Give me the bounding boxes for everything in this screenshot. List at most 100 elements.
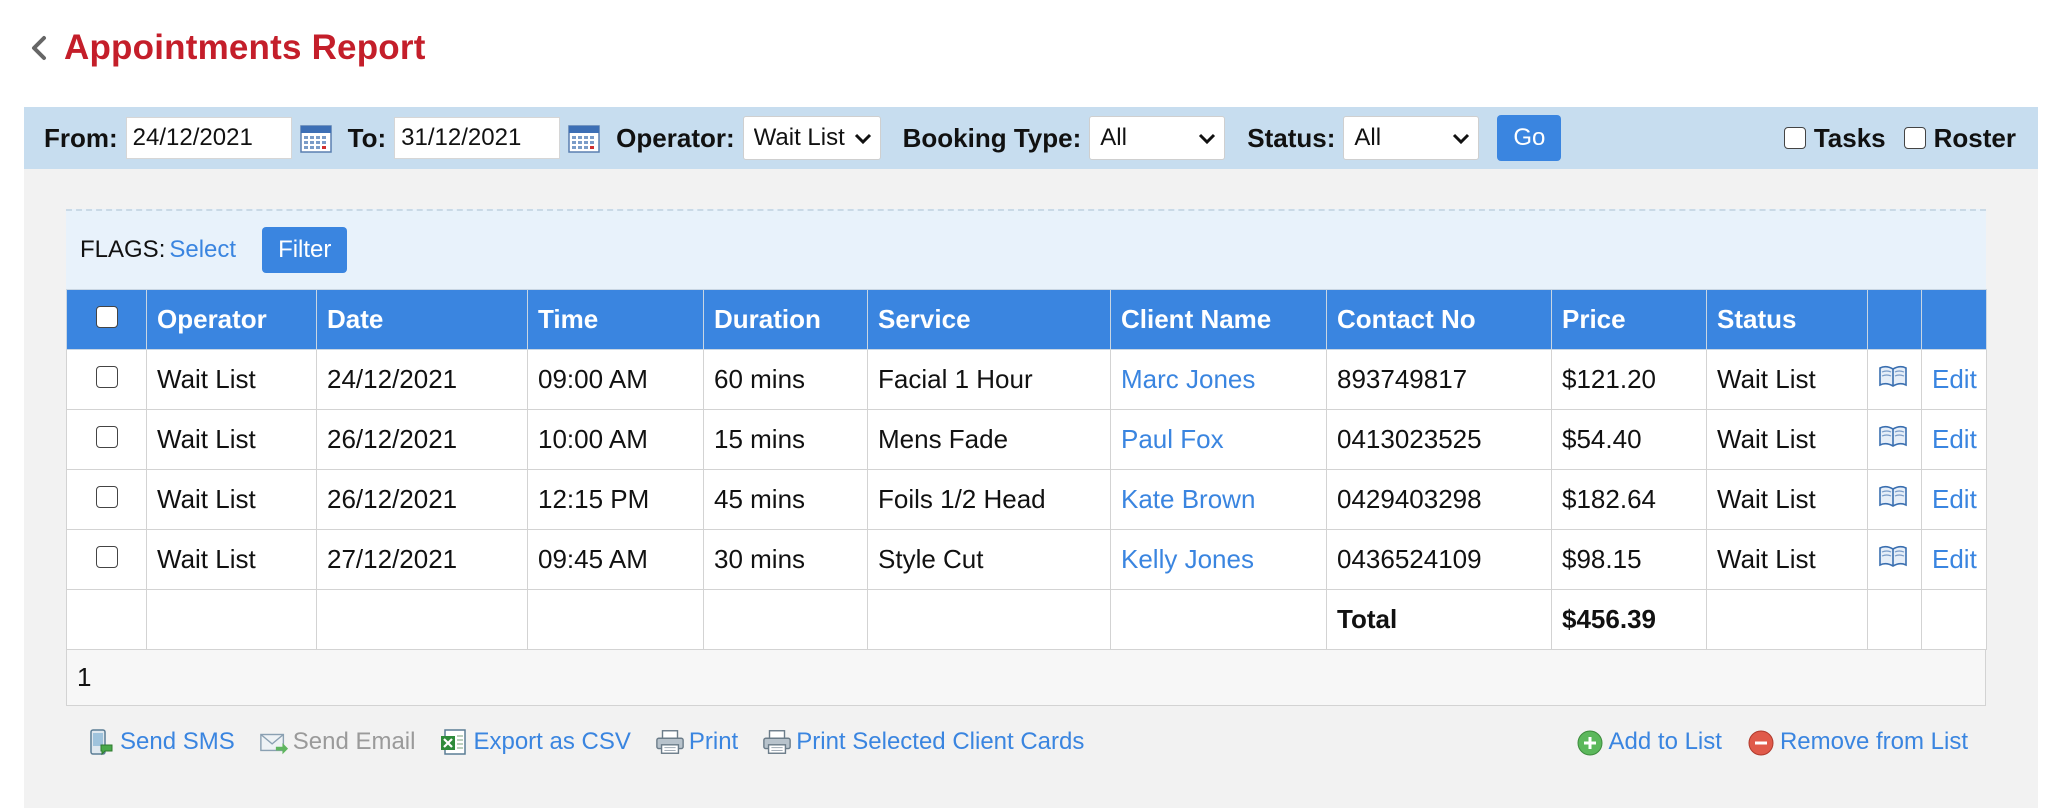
actions-right: Add to List Remove from List xyxy=(1551,706,1968,778)
flags-select-link[interactable]: Select xyxy=(169,236,236,264)
row-checkbox[interactable] xyxy=(95,366,118,388)
cell-duration: 60 mins xyxy=(703,349,868,410)
printer-icon xyxy=(762,727,792,757)
operator-select[interactable]: Wait List xyxy=(742,116,881,160)
cell-time: 12:15 PM xyxy=(527,469,704,530)
total-value: $456.39 xyxy=(1551,589,1707,650)
edit-link[interactable]: Edit xyxy=(1932,364,1977,394)
cell-card xyxy=(1867,529,1922,590)
from-calendar-icon[interactable] xyxy=(299,123,332,153)
cell-price: $182.64 xyxy=(1551,469,1707,530)
go-button[interactable]: Go xyxy=(1497,115,1562,161)
roster-toggle[interactable]: Roster xyxy=(1903,123,2016,154)
client-name-link[interactable]: Paul Fox xyxy=(1121,424,1224,454)
send-sms-action[interactable]: Send SMS xyxy=(86,727,235,757)
from-date-input[interactable] xyxy=(125,117,292,159)
client-card-book-icon[interactable] xyxy=(1878,544,1908,574)
row-select-cell xyxy=(66,469,147,530)
chevron-down-icon xyxy=(854,124,872,152)
roster-checkbox[interactable] xyxy=(1903,127,1926,149)
edit-link[interactable]: Edit xyxy=(1932,484,1977,514)
send-sms-label: Send SMS xyxy=(120,728,235,755)
column-header-price[interactable]: Price xyxy=(1551,289,1707,350)
cell-card xyxy=(1867,349,1922,410)
cell-client-name: Kelly Jones xyxy=(1110,529,1327,590)
print-client-cards-action[interactable]: Print Selected Client Cards xyxy=(762,727,1084,757)
chevron-down-icon xyxy=(1198,124,1216,152)
cell-price: $121.20 xyxy=(1551,349,1707,410)
column-header-operator[interactable]: Operator xyxy=(146,289,317,350)
edit-link[interactable]: Edit xyxy=(1932,424,1977,454)
table-header-row: Operator Date Time Duration Service Clie… xyxy=(66,289,1987,350)
to-date-input[interactable] xyxy=(394,117,561,159)
empty-cell xyxy=(66,589,147,650)
send-email-action[interactable]: Send Email xyxy=(259,727,415,757)
column-header-contact-no[interactable]: Contact No xyxy=(1326,289,1552,350)
status-select[interactable]: All xyxy=(1343,116,1480,160)
flags-row: FLAGS: Select Filter xyxy=(66,209,1986,289)
row-checkbox[interactable] xyxy=(95,486,118,508)
operator-select-value: Wait List xyxy=(753,124,845,151)
cell-edit: Edit xyxy=(1921,469,1987,530)
column-header-time[interactable]: Time xyxy=(527,289,704,350)
cell-service: Style Cut xyxy=(867,529,1111,590)
column-header-status[interactable]: Status xyxy=(1706,289,1868,350)
actions-bar: Send SMS Send Email Export as CSV Print … xyxy=(66,706,1986,778)
column-header-date[interactable]: Date xyxy=(316,289,528,350)
table-row: Wait List 26/12/2021 10:00 AM 15 mins Me… xyxy=(66,409,1987,470)
tasks-toggle[interactable]: Tasks xyxy=(1783,122,1886,154)
empty-cell xyxy=(1706,589,1868,650)
printer-icon xyxy=(655,727,685,757)
to-calendar-icon[interactable] xyxy=(568,123,600,153)
empty-cell xyxy=(316,589,528,650)
select-all-checkbox[interactable] xyxy=(95,306,118,328)
remove-minus-icon xyxy=(1746,727,1776,757)
column-header-client-name[interactable]: Client Name xyxy=(1110,289,1327,350)
cell-service: Mens Fade xyxy=(867,409,1111,470)
tasks-label: Tasks xyxy=(1813,122,1886,153)
column-header-duration[interactable]: Duration xyxy=(703,289,868,350)
page-number[interactable]: 1 xyxy=(77,662,91,693)
row-checkbox[interactable] xyxy=(95,546,118,568)
page-header: Appointments Report xyxy=(30,22,426,74)
remove-from-list-action[interactable]: Remove from List xyxy=(1746,727,1968,757)
client-name-link[interactable]: Kate Brown xyxy=(1121,484,1255,514)
cell-status: Wait List xyxy=(1706,529,1868,590)
client-name-link[interactable]: Marc Jones xyxy=(1121,364,1255,394)
client-card-book-icon[interactable] xyxy=(1878,364,1908,394)
column-header-service[interactable]: Service xyxy=(867,289,1111,350)
print-label: Print xyxy=(688,728,739,755)
cell-date: 24/12/2021 xyxy=(316,349,528,410)
client-name-link[interactable]: Kelly Jones xyxy=(1121,544,1254,574)
row-select-cell xyxy=(66,529,147,590)
booking-type-select[interactable]: All xyxy=(1089,116,1226,160)
select-all-cell xyxy=(66,289,147,350)
cell-contact-no: 0436524109 xyxy=(1326,529,1552,590)
empty-cell xyxy=(867,589,1111,650)
cell-price: $98.15 xyxy=(1551,529,1707,590)
client-card-book-icon[interactable] xyxy=(1878,484,1908,514)
empty-cell xyxy=(1110,589,1327,650)
cell-edit: Edit xyxy=(1921,349,1987,410)
cell-service: Foils 1/2 Head xyxy=(867,469,1111,530)
remove-from-list-label: Remove from List xyxy=(1779,728,1968,755)
export-csv-label: Export as CSV xyxy=(473,728,631,755)
from-label: From: xyxy=(44,122,118,153)
empty-cell xyxy=(527,589,704,650)
add-to-list-action[interactable]: Add to List xyxy=(1575,727,1722,757)
cell-duration: 45 mins xyxy=(703,469,868,530)
cell-operator: Wait List xyxy=(146,529,317,590)
cell-price: $54.40 xyxy=(1551,409,1707,470)
export-csv-action[interactable]: Export as CSV xyxy=(439,727,631,757)
client-card-book-icon[interactable] xyxy=(1878,424,1908,454)
cell-status: Wait List xyxy=(1706,349,1868,410)
filter-button[interactable]: Filter xyxy=(262,227,348,273)
row-checkbox[interactable] xyxy=(95,426,118,448)
sms-icon xyxy=(86,727,116,757)
edit-link[interactable]: Edit xyxy=(1932,544,1977,574)
back-chevron-icon[interactable] xyxy=(30,28,60,68)
tasks-checkbox[interactable] xyxy=(1783,127,1806,149)
filter-bar: From: To: Operator: Wait Li xyxy=(24,107,2038,169)
print-action[interactable]: Print xyxy=(655,727,738,757)
print-client-cards-label: Print Selected Client Cards xyxy=(796,728,1085,755)
